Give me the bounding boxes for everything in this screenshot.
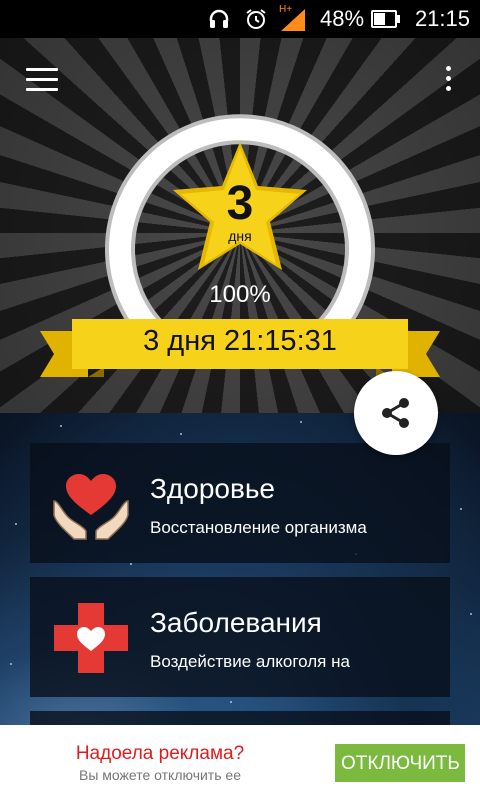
background-star bbox=[460, 508, 462, 510]
hamburger-menu-icon[interactable] bbox=[26, 68, 58, 94]
background-star bbox=[10, 663, 12, 665]
card-title: Здоровье bbox=[150, 473, 276, 504]
days-unit-label: дня bbox=[228, 228, 252, 244]
share-button[interactable] bbox=[354, 371, 438, 455]
ad-title: Надоела реклама? bbox=[75, 743, 245, 764]
disable-ads-button[interactable]: ОТКЛЮЧИТЬ bbox=[335, 744, 465, 782]
more-vert-icon[interactable] bbox=[442, 66, 454, 96]
background-star bbox=[230, 701, 232, 703]
card-diseases[interactable]: Заболевания Воздействие алкоголя на bbox=[30, 577, 450, 697]
alarm-icon bbox=[244, 7, 268, 36]
background-star bbox=[300, 421, 302, 423]
progress-percent: 100% bbox=[209, 281, 271, 308]
card-subtitle: Восстановление организма bbox=[150, 518, 367, 537]
card-title: Заболевания bbox=[150, 607, 322, 638]
background-star bbox=[470, 613, 472, 615]
background-star bbox=[60, 425, 62, 427]
card-next-partial[interactable] bbox=[30, 711, 450, 725]
ad-banner: Надоела реклама? Вы можете отключить ее … bbox=[0, 725, 480, 800]
battery-percent: 48% bbox=[320, 6, 365, 31]
elapsed-timer: 3 дня 21:15:31 bbox=[143, 325, 337, 357]
heart-hands-icon bbox=[52, 471, 130, 546]
days-count: 3 bbox=[226, 177, 254, 230]
battery-icon bbox=[371, 10, 401, 33]
clock: 21:15 bbox=[414, 6, 470, 31]
background-star bbox=[180, 433, 182, 435]
background-star bbox=[15, 523, 17, 525]
card-subtitle: Воздействие алкоголя на bbox=[150, 652, 350, 671]
ad-subtitle: Вы можете отключить ее bbox=[79, 767, 241, 783]
counter-panel: 3 дня 100% 3 дня 21:15:31 bbox=[0, 38, 480, 413]
background-star bbox=[130, 563, 132, 565]
medical-cross-heart-icon bbox=[52, 601, 130, 680]
status-bar: H+ 48% 21:15 bbox=[0, 0, 480, 38]
categories-section: Здоровье Восстановление организма Заболе… bbox=[0, 413, 480, 725]
headset-icon bbox=[207, 7, 231, 36]
card-health[interactable]: Здоровье Восстановление организма bbox=[30, 443, 450, 563]
network-type-label: H+ bbox=[279, 4, 293, 15]
